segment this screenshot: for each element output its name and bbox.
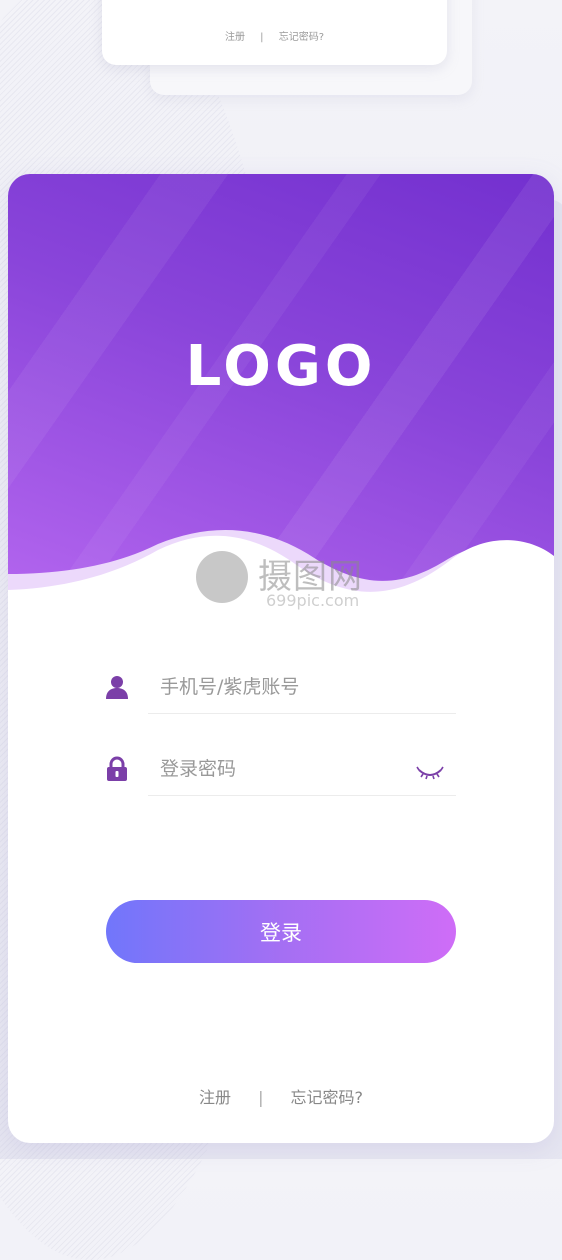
preview-register-link[interactable]: 注册 <box>225 32 245 43</box>
preview-forgot-link[interactable]: 忘记密码? <box>279 32 324 43</box>
logo: LOGO <box>185 334 377 399</box>
footer-links: 注册 | 忘记密码? <box>8 1084 554 1108</box>
password-underline <box>148 795 456 796</box>
preview-links: 注册 | 忘记密码? <box>102 28 447 43</box>
username-field[interactable]: 手机号/紫虎账号 <box>104 664 456 714</box>
username-underline <box>148 713 456 714</box>
username-input[interactable]: 手机号/紫虎账号 <box>160 672 299 699</box>
password-field[interactable]: 登录密码 <box>104 746 456 796</box>
footer-separator: | <box>258 1088 264 1107</box>
preview-card-front: 注册 | 忘记密码? <box>102 0 447 65</box>
watermark-logo-icon <box>196 551 248 603</box>
preview-separator: | <box>260 32 264 43</box>
password-input[interactable]: 登录密码 <box>160 754 236 781</box>
watermark: 摄图网 699pic.com <box>196 549 396 619</box>
register-link[interactable]: 注册 <box>199 1088 231 1107</box>
user-icon <box>106 676 128 699</box>
forgot-password-link[interactable]: 忘记密码? <box>291 1088 364 1107</box>
watermark-url: 699pic.com <box>266 591 360 610</box>
lock-icon <box>107 756 127 781</box>
eye-closed-icon[interactable] <box>416 766 444 782</box>
login-button[interactable]: 登录 <box>106 900 456 963</box>
login-card: LOGO 摄图网 699pic.com 手机号/紫虎账号 登录密码 登录 注册 … <box>8 174 554 1143</box>
